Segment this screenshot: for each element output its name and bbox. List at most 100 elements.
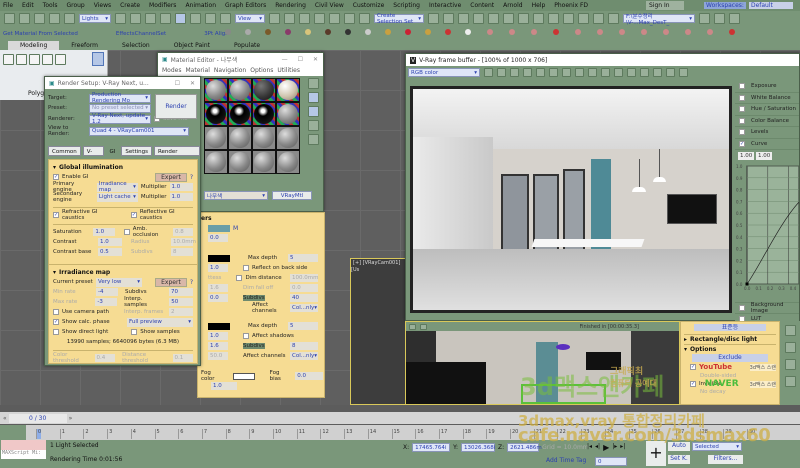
light-tool-icon[interactable] xyxy=(425,29,431,35)
menu-graph-editors[interactable]: Graph Editors xyxy=(225,2,266,9)
select-by-name-icon[interactable] xyxy=(130,13,141,24)
curve-graph[interactable]: 0.00.0 0.1 0.1 0.2 0.2 0.3 0.3 0.4 0.4 0.5 0.6 0.7 0… xyxy=(735,162,800,300)
material-name-field[interactable]: 나무색 ▾ xyxy=(204,191,268,200)
secondary-multiplier[interactable]: 1.0 xyxy=(169,193,193,201)
menu-edit[interactable]: Edit xyxy=(22,2,34,9)
menu-modifiers[interactable]: Modifiers xyxy=(149,2,176,9)
maxscript-listener[interactable]: MAXScript Mi: xyxy=(1,450,46,459)
light-tool-icon[interactable] xyxy=(663,29,669,35)
camera-icon[interactable] xyxy=(679,68,688,77)
workspace-select[interactable]: Default xyxy=(748,2,793,9)
menu-arnold[interactable]: Arnold xyxy=(503,2,522,9)
snaps-icon[interactable] xyxy=(314,13,325,24)
curve-editor-icon[interactable] xyxy=(503,13,514,24)
go-end-button[interactable]: ▸| xyxy=(620,443,625,452)
add-time-tag-button[interactable]: Add Time Tag xyxy=(546,457,586,464)
play-button[interactable]: ▶ xyxy=(603,443,609,452)
fog-bias-field[interactable]: 0.0 xyxy=(295,372,323,380)
placement-icon[interactable] xyxy=(220,13,231,24)
light-tool-icon[interactable] xyxy=(345,29,351,35)
menu-tools[interactable]: Tools xyxy=(43,2,58,9)
menu-scripting[interactable]: Scripting xyxy=(393,2,420,9)
scene-explorer-icon[interactable] xyxy=(458,13,469,24)
align-icon[interactable] xyxy=(443,13,454,24)
render-tab-gi[interactable]: GI xyxy=(105,146,120,156)
next-frame-button[interactable]: » xyxy=(69,415,73,422)
show-samples-checkbox[interactable]: Show samples xyxy=(140,329,179,335)
compare-icon[interactable] xyxy=(653,68,662,77)
hierarchy-tab-icon[interactable] xyxy=(784,359,796,370)
menu-civil-view[interactable]: Civil View xyxy=(315,2,344,9)
gi-help-button[interactable]: ? xyxy=(190,174,193,181)
menu-customize[interactable]: Customize xyxy=(353,2,385,9)
correction-checkbox[interactable] xyxy=(739,106,745,113)
menu-views[interactable]: Views xyxy=(94,2,111,9)
reflect-glossiness[interactable]: 1.0 xyxy=(208,264,228,272)
sign-in-button[interactable]: Sign In xyxy=(646,1,684,10)
render-button[interactable]: Render xyxy=(155,94,197,119)
close-button[interactable]: ✕ xyxy=(313,56,318,63)
ribbon-tab-object-paint[interactable]: Object Paint xyxy=(162,41,222,50)
light-tool-icon[interactable] xyxy=(531,29,537,35)
layer-explorer-icon[interactable] xyxy=(473,13,484,24)
rs-close-button[interactable]: ✕ xyxy=(190,80,195,87)
material-slot[interactable] xyxy=(228,102,252,126)
material-slot[interactable] xyxy=(228,150,252,174)
blue-channel-icon[interactable] xyxy=(510,68,519,77)
menu-rendering[interactable]: Rendering xyxy=(275,2,306,9)
correction-checkbox[interactable]: ✓ xyxy=(739,140,745,147)
light-tool-icon[interactable] xyxy=(325,29,331,35)
maximize-button[interactable]: ☐ xyxy=(298,56,303,63)
light-tool-icon[interactable] xyxy=(365,29,371,35)
enable-gi-checkbox[interactable]: Enable GI xyxy=(62,174,88,180)
render-image[interactable] xyxy=(410,86,732,313)
light-tool-icon[interactable] xyxy=(729,29,735,35)
render-tab-render-elements[interactable]: Render Elements xyxy=(153,146,200,165)
light-tool-icon[interactable] xyxy=(285,29,291,35)
minimize-button[interactable]: — xyxy=(282,56,288,63)
pin-stack-icon[interactable] xyxy=(92,52,104,66)
primary-multiplier[interactable]: 1.0 xyxy=(169,183,193,191)
light-tool-icon[interactable] xyxy=(245,29,251,35)
material-slot[interactable] xyxy=(204,78,228,102)
mtl-menu-navigation[interactable]: Navigation xyxy=(214,67,246,74)
uv-tiling-icon[interactable] xyxy=(308,120,319,131)
menu-phoenix-fd[interactable]: Phoenix FD xyxy=(554,2,588,9)
correction-white-balance[interactable]: White Balance xyxy=(735,93,799,104)
channel-select[interactable]: RGB color ▾ xyxy=(408,68,480,77)
angle-snap-icon[interactable] xyxy=(329,13,340,24)
y-coordinate[interactable]: 13026.368i xyxy=(461,443,495,452)
primary-engine-select[interactable]: Irradiance map ▾ xyxy=(96,181,138,193)
mtl-menu-options[interactable]: Options xyxy=(250,67,273,74)
irr-subdivs[interactable]: 70 xyxy=(169,288,193,296)
curve-control-point[interactable] xyxy=(745,282,749,286)
refract-max-depth[interactable]: 5 xyxy=(288,322,318,330)
reflect-subdivs[interactable]: 40 xyxy=(290,294,318,302)
light-tool-icon[interactable] xyxy=(305,29,311,35)
reflective-caustics-checkbox[interactable]: Reflective GI caustics xyxy=(140,209,193,221)
edge-icon[interactable] xyxy=(16,54,27,65)
ribbon-toggle-icon[interactable] xyxy=(488,13,499,24)
refractive-caustics-checkbox[interactable]: Refractive GI caustics xyxy=(62,209,116,221)
refract-affect-channels[interactable]: Col...nly ▾ xyxy=(290,352,318,360)
light-tool-icon[interactable] xyxy=(553,29,559,35)
background-icon[interactable] xyxy=(308,106,319,117)
x-coordinate[interactable]: 17465.764i xyxy=(412,443,451,452)
lens-icon[interactable] xyxy=(627,68,636,77)
move-icon[interactable] xyxy=(175,13,186,24)
refract-subdivs[interactable]: 8 xyxy=(290,342,318,350)
material-slot[interactable] xyxy=(204,126,228,150)
render-setup-icon[interactable] xyxy=(548,13,559,24)
redo-icon[interactable] xyxy=(19,13,30,24)
select-manipulate-icon[interactable] xyxy=(284,13,295,24)
material-slot[interactable] xyxy=(276,102,300,126)
reflect-swatch[interactable] xyxy=(208,254,230,262)
contrast-base-field[interactable]: 0.5 xyxy=(98,248,122,256)
get-material-button[interactable]: Get Material From Selected xyxy=(3,31,78,37)
menu-file[interactable]: File xyxy=(3,2,13,9)
fog-multiplier[interactable]: 1.0 xyxy=(211,382,237,390)
render-production-icon[interactable] xyxy=(578,13,589,24)
correction-color-balance[interactable]: Color Balance xyxy=(735,116,799,127)
effects-channel-button[interactable]: EffectsChannelSet xyxy=(116,31,166,37)
correction-checkbox[interactable] xyxy=(739,129,745,136)
